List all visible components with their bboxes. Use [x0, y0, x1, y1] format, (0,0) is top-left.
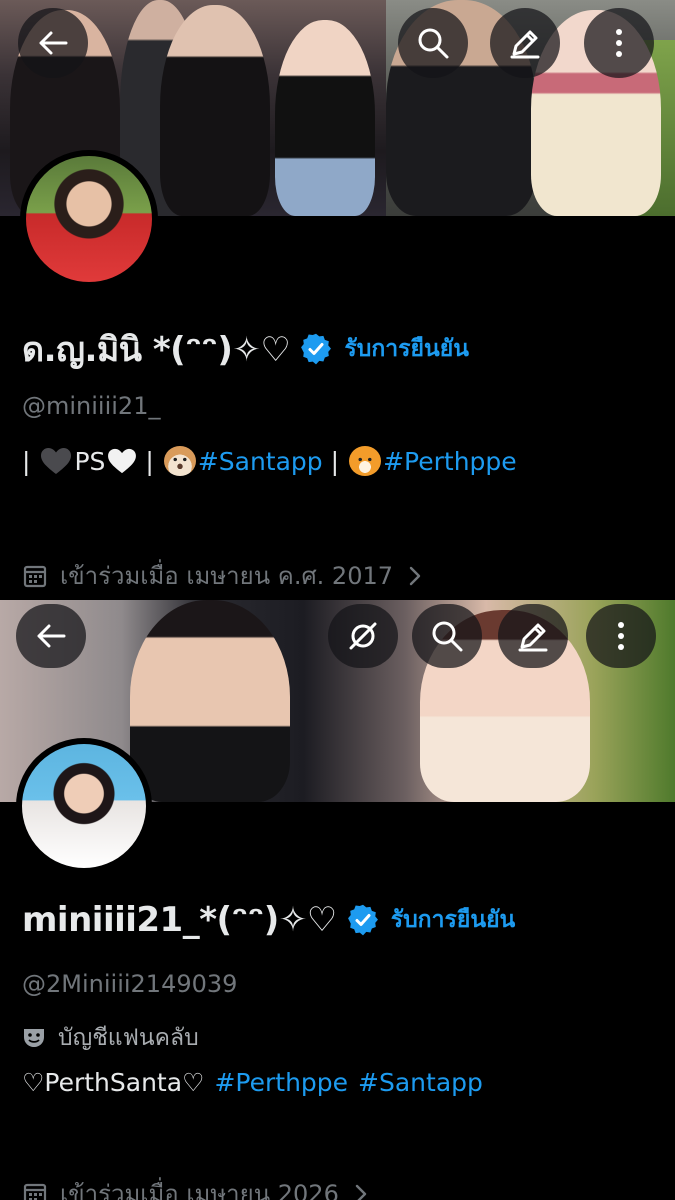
account-category-label: บัญชีแฟนคลับ — [58, 1025, 199, 1051]
white-heart-icon — [108, 448, 137, 474]
bio-separator: | — [22, 446, 31, 476]
joined-date-row[interactable]: เข้าร่วมเมื่อ เมษายน ค.ศ. 2017 — [22, 556, 423, 595]
profile-screenshot-1: ด.ญ.มินิ *(ᵔᵔ)✧♡ รับการยืนยัน @miniiii21… — [0, 0, 675, 600]
theater-masks-icon — [24, 1029, 44, 1047]
more-options-button[interactable] — [586, 604, 656, 668]
back-button[interactable] — [16, 604, 86, 668]
display-name: ด.ญ.มินิ *(ᵔᵔ)✧♡ — [22, 330, 291, 370]
chevron-right-icon — [355, 1184, 367, 1200]
avatar[interactable] — [16, 738, 152, 874]
chevron-right-icon — [409, 566, 421, 585]
edit-icon — [510, 30, 540, 59]
bio-text: ♡PerthSanta♡ — [22, 1068, 205, 1097]
black-heart-icon — [41, 448, 72, 474]
joined-date-row[interactable]: เข้าร่วมเมื่อ เมษายน 2026 — [22, 1174, 369, 1200]
bio-separator: | — [330, 446, 340, 476]
bio: | PS | #Santapp | #Perthppe — [22, 446, 517, 476]
calendar-icon — [23, 565, 47, 587]
back-arrow-icon — [39, 31, 68, 55]
dog-face-icon — [163, 446, 196, 476]
hashtag-link[interactable]: #Perthppe — [383, 447, 517, 476]
more-vertical-icon — [616, 29, 622, 57]
tiger-face-icon — [349, 446, 382, 476]
back-button[interactable] — [18, 8, 88, 78]
bio-separator: | — [145, 446, 154, 476]
more-vertical-icon — [618, 622, 624, 650]
search-icon — [418, 28, 449, 59]
verified-badge-icon — [347, 904, 378, 936]
account-category: บัญชีแฟนคลับ — [22, 1020, 199, 1056]
joined-date: เข้าร่วมเมื่อ เมษายน ค.ศ. 2017 — [60, 562, 394, 590]
get-verified-link[interactable]: รับการยืนยัน — [391, 902, 516, 938]
display-name-row: ด.ญ.มินิ *(ᵔᵔ)✧♡ รับการยืนยัน — [22, 322, 469, 376]
edit-profile-button[interactable] — [498, 604, 568, 668]
edit-icon — [518, 623, 548, 652]
bio-ps: PS — [74, 446, 106, 476]
bio: ♡PerthSanta♡ #Perthppe #Santapp — [22, 1068, 483, 1097]
joined-date: เข้าร่วมเมื่อ เมษายน 2026 — [60, 1180, 339, 1200]
switch-account-button[interactable] — [328, 604, 398, 668]
more-options-button[interactable] — [584, 8, 654, 78]
hashtag-link[interactable]: #Perthppe — [214, 1068, 348, 1097]
get-verified-link[interactable]: รับการยืนยัน — [344, 331, 469, 367]
hashtag-link[interactable]: #Santapp — [198, 447, 323, 476]
verified-badge-icon — [301, 333, 332, 365]
back-arrow-icon — [37, 624, 66, 648]
calendar-icon — [23, 1183, 47, 1200]
avatar[interactable] — [20, 150, 158, 288]
search-button[interactable] — [412, 604, 482, 668]
display-name-row: miniiii21_*(ᵔᵔ)✧♡ รับการยืนยัน — [22, 900, 515, 940]
username-handle: @miniiii21_ — [22, 392, 161, 420]
search-button[interactable] — [398, 8, 468, 78]
username-handle: @2Miniiii2149039 — [22, 970, 238, 998]
display-name: miniiii21_*(ᵔᵔ)✧♡ — [22, 900, 337, 940]
hashtag-link[interactable]: #Santapp — [358, 1068, 483, 1097]
edit-profile-button[interactable] — [490, 8, 560, 78]
switch-account-icon — [349, 622, 377, 650]
search-icon — [432, 621, 463, 652]
profile-screenshot-2: miniiii21_*(ᵔᵔ)✧♡ รับการยืนยัน @2Miniiii… — [0, 600, 675, 1200]
